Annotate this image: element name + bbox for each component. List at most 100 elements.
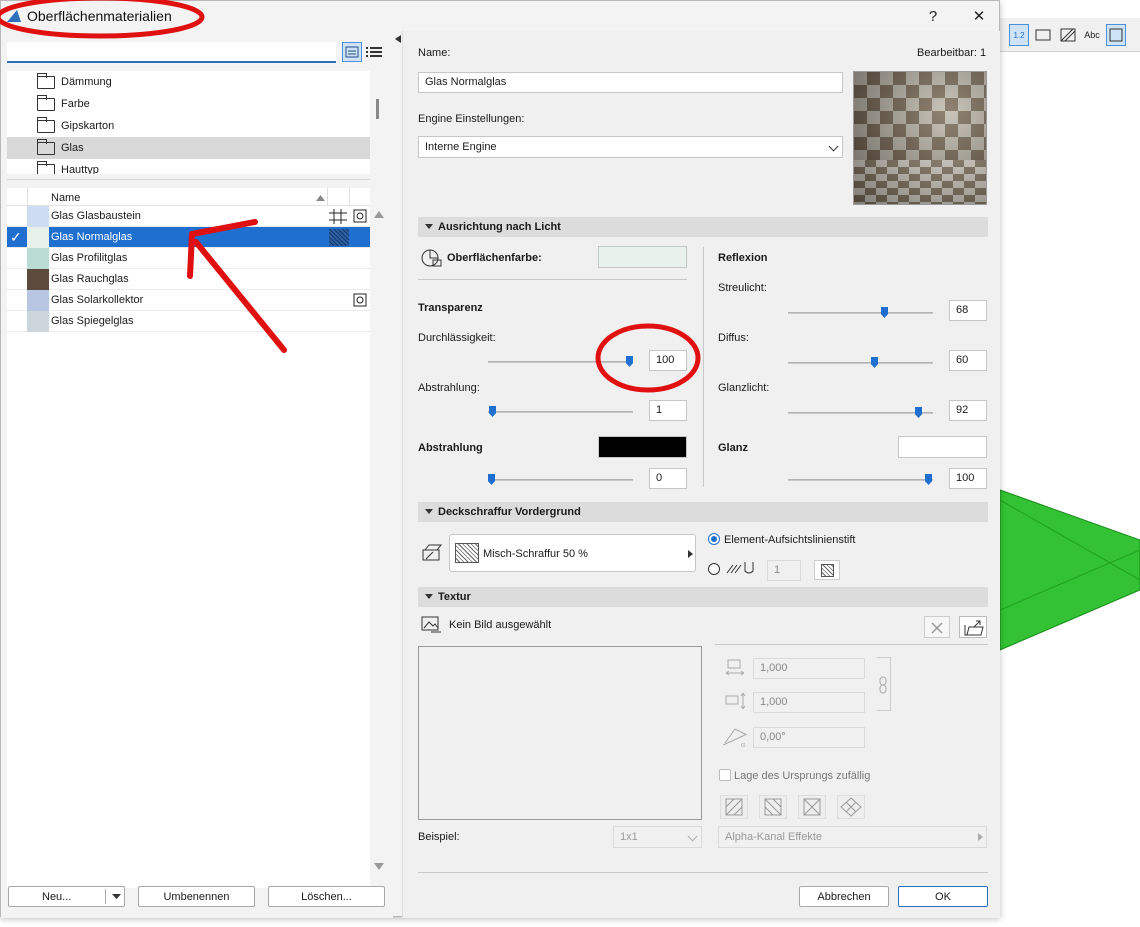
dimension-linear-icon[interactable] [1033, 24, 1053, 46]
ok-button[interactable]: OK [898, 886, 988, 907]
table-row[interactable]: Glas Spiegelglas [7, 311, 370, 332]
specular-field[interactable]: 92 [949, 400, 987, 421]
table-row[interactable]: Glas Glasbaustein [7, 206, 370, 227]
ambient-field[interactable]: 68 [949, 300, 987, 321]
emission-color-swatch[interactable] [598, 436, 687, 458]
surface-color-icon [421, 249, 442, 267]
list-view-icon[interactable] [365, 44, 383, 60]
search-input[interactable] [7, 42, 336, 63]
specular-slider-track[interactable] [788, 412, 933, 414]
diffuse-slider-thumb[interactable] [871, 357, 878, 368]
folder-item[interactable]: Gipskarton [7, 115, 370, 137]
folder-item[interactable]: Dämmung [7, 71, 370, 93]
divider [418, 872, 988, 873]
folder-item[interactable]: Hauttyp [7, 159, 370, 174]
sort-ascending-icon[interactable] [316, 195, 325, 201]
radio-element-pen[interactable] [708, 533, 720, 545]
attenuation-slider-track[interactable] [488, 479, 633, 481]
texture-align-1-button[interactable] [720, 795, 748, 819]
split-divider [105, 889, 106, 904]
transmittance-slider-track[interactable] [488, 361, 633, 363]
picture-icon[interactable] [1106, 24, 1126, 46]
table-row[interactable]: Glas Solarkollektor [7, 290, 370, 311]
dropdown-arrow-icon[interactable] [112, 894, 121, 899]
attenuation-slider-thumb[interactable] [488, 474, 495, 485]
transmittance-slider-thumb[interactable] [626, 356, 633, 367]
texture-align-3-button[interactable] [798, 795, 826, 819]
pen-color-button[interactable] [814, 560, 840, 580]
surface-color-label: Oberflächenfarbe: [447, 252, 542, 264]
divider [715, 644, 988, 645]
text-icon-label: Abc [1084, 30, 1100, 40]
align-pattern-icon [803, 798, 821, 816]
scroll-down-icon[interactable] [374, 863, 384, 870]
table-row[interactable]: Glas Profilitglas [7, 248, 370, 269]
help-button[interactable]: ? [911, 1, 955, 31]
attenuation-field[interactable]: 0 [649, 468, 687, 489]
section-hatch-header[interactable]: Deckschraffur Vordergrund [418, 502, 988, 522]
texture-height-field[interactable]: 1,000 [753, 692, 865, 713]
random-origin-checkbox[interactable] [719, 769, 731, 781]
ambient-slider-track[interactable] [788, 312, 933, 314]
ambient-label: Streulicht: [718, 282, 767, 294]
section-texture-header[interactable]: Textur [418, 587, 988, 607]
close-button[interactable]: ✕ [957, 1, 1001, 31]
clear-texture-button[interactable] [924, 616, 950, 638]
pen-number-field[interactable]: 1 [767, 560, 801, 581]
emission-slider-track[interactable] [488, 411, 633, 413]
column-divider [703, 247, 704, 487]
folder-scrollbar[interactable] [376, 99, 379, 119]
specular-slider-thumb[interactable] [915, 407, 922, 418]
shininess-slider-track[interactable] [788, 479, 933, 481]
texture-align-4-button[interactable] [837, 795, 865, 819]
shininess-field[interactable]: 100 [949, 468, 987, 489]
link-proportions-button[interactable] [877, 657, 891, 711]
emission-slider-thumb[interactable] [489, 406, 496, 417]
diffuse-field[interactable]: 60 [949, 350, 987, 371]
column-name-header[interactable]: Name [51, 192, 80, 204]
table-row[interactable]: Glas Rauchglas [7, 269, 370, 290]
folder-icon [37, 138, 55, 155]
delete-button[interactable]: Löschen... [268, 886, 385, 907]
transmittance-field[interactable]: 100 [649, 350, 687, 371]
folder-item-selected[interactable]: Glas [7, 137, 370, 159]
rename-button[interactable]: Umbenennen [138, 886, 255, 907]
fill-hatch-icon[interactable] [1058, 24, 1078, 46]
cancel-button[interactable]: Abbrechen [799, 886, 889, 907]
material-name-field[interactable]: Glas Normalglas [418, 72, 843, 93]
cover-fill-selector[interactable]: Misch-Schraffur 50 % [449, 534, 696, 572]
pen-hatch-icon [726, 562, 754, 574]
folder-view-icon[interactable] [342, 42, 362, 62]
surface-color-swatch[interactable] [598, 246, 687, 268]
diffuse-slider-track[interactable] [788, 362, 933, 364]
new-button[interactable]: Neu... [8, 886, 125, 907]
shininess-slider-thumb[interactable] [925, 474, 932, 485]
texture-angle-field[interactable]: 0,00° [753, 727, 865, 748]
texture-align-2-button[interactable] [759, 795, 787, 819]
alpha-channel-dropdown[interactable]: Alpha-Kanal Effekte [718, 826, 987, 848]
section-light-header[interactable]: Ausrichtung nach Licht [418, 217, 988, 237]
dimension-icon[interactable]: 1.2 [1009, 24, 1029, 46]
shininess-color-swatch[interactable] [898, 436, 987, 458]
material-swatch [27, 248, 49, 269]
collapse-pane-icon[interactable] [395, 35, 401, 43]
preview-shading [854, 72, 986, 204]
open-texture-button[interactable] [959, 616, 987, 638]
table-row-selected[interactable]: ✓ Glas Normalglas [7, 227, 370, 248]
ambient-slider-thumb[interactable] [881, 307, 888, 318]
emission-field[interactable]: 1 [649, 400, 687, 421]
texture-width-field[interactable]: 1,000 [753, 658, 865, 679]
engine-dropdown[interactable]: Interne Engine [418, 136, 843, 158]
material-list-pane: Dämmung Farbe Gipskarton Glas Hauttyp Na… [1, 31, 393, 918]
folder-label: Dämmung [61, 76, 112, 88]
text-icon[interactable]: Abc [1082, 24, 1102, 46]
folder-item[interactable]: Farbe [7, 93, 370, 115]
scroll-up-icon[interactable] [374, 211, 384, 218]
hatch-grid-icon [329, 209, 347, 224]
example-size-dropdown[interactable]: 1x1 [613, 826, 702, 848]
material-swatch [27, 311, 49, 332]
material-swatch [27, 290, 49, 311]
specular-label: Glanzlicht: [718, 382, 770, 394]
chevron-right-icon [978, 833, 983, 841]
radio-custom-pen[interactable] [708, 563, 720, 575]
